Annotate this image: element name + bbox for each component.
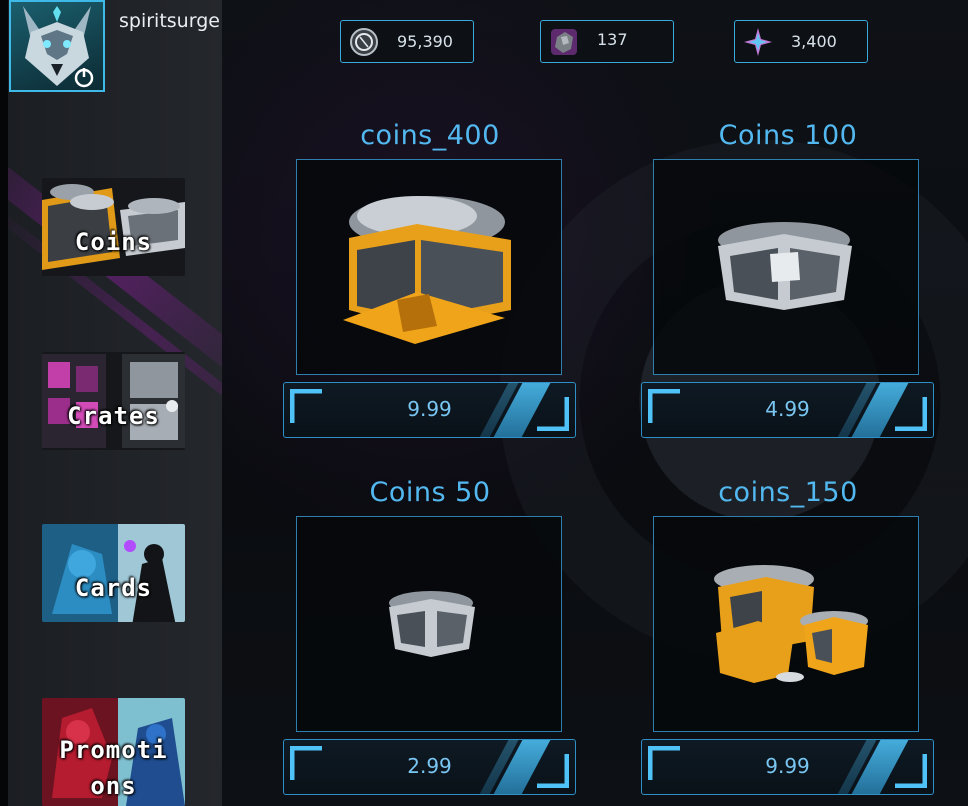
- nav-label-promotions-line1: Promoti: [59, 736, 168, 764]
- nav-label-crates: Crates: [67, 402, 160, 430]
- left-edge: [0, 0, 8, 806]
- gold-chest-stack-icon: [714, 565, 868, 683]
- price-label: 9.99: [765, 754, 810, 778]
- product-card-coins-100[interactable]: [653, 159, 919, 375]
- ore-balance: 137: [597, 30, 628, 49]
- currency-shards: 3,400: [734, 20, 868, 63]
- price-label: 9.99: [407, 397, 452, 421]
- nav-item-cards[interactable]: Cards: [42, 524, 185, 622]
- coins-thumbnail: [42, 178, 185, 276]
- crates-thumbnail: [42, 352, 185, 450]
- ore-icon: [551, 29, 577, 55]
- buy-button-coins-400[interactable]: 9.99: [283, 382, 576, 438]
- wolf-avatar-icon: [23, 6, 94, 88]
- nav-label-coins: Coins: [74, 228, 153, 256]
- nav-label-promotions-line2: ons: [90, 772, 137, 800]
- nav-label-cards: Cards: [74, 574, 153, 602]
- shards-balance: 3,400: [791, 32, 837, 51]
- product-name: coins_150: [718, 477, 858, 508]
- buy-button-coins-100[interactable]: 4.99: [641, 382, 934, 438]
- price-label: 2.99: [407, 754, 452, 778]
- nav-item-crates[interactable]: Crates: [42, 352, 185, 450]
- currency-ore: 137: [540, 20, 674, 63]
- avatar[interactable]: [9, 0, 105, 92]
- product-name: Coins 100: [718, 120, 858, 151]
- silver-chest-icon: [718, 222, 852, 310]
- product-name: Coins 50: [369, 477, 491, 508]
- buy-button-coins-50[interactable]: 2.99: [283, 739, 576, 795]
- star-shard-icon: [744, 28, 772, 56]
- buy-button-coins-150[interactable]: 9.99: [641, 739, 934, 795]
- product-name: coins_400: [360, 120, 500, 151]
- cards-thumbnail: [42, 524, 185, 622]
- price-label: 4.99: [765, 397, 810, 421]
- nav-item-coins[interactable]: Coins: [42, 178, 185, 276]
- coin-icon: [350, 28, 378, 56]
- gold-chest-icon: [343, 196, 511, 344]
- small-silver-chest-icon: [389, 591, 475, 657]
- product-card-coins-50[interactable]: [296, 516, 562, 732]
- product-card-coins-400[interactable]: [296, 159, 562, 375]
- nav-item-promotions[interactable]: Promoti ons: [42, 698, 185, 806]
- product-card-coins-150[interactable]: [653, 516, 919, 732]
- currency-coins: 95,390: [340, 20, 474, 63]
- username: spiritsurge: [119, 10, 220, 32]
- coins-balance: 95,390: [397, 32, 453, 51]
